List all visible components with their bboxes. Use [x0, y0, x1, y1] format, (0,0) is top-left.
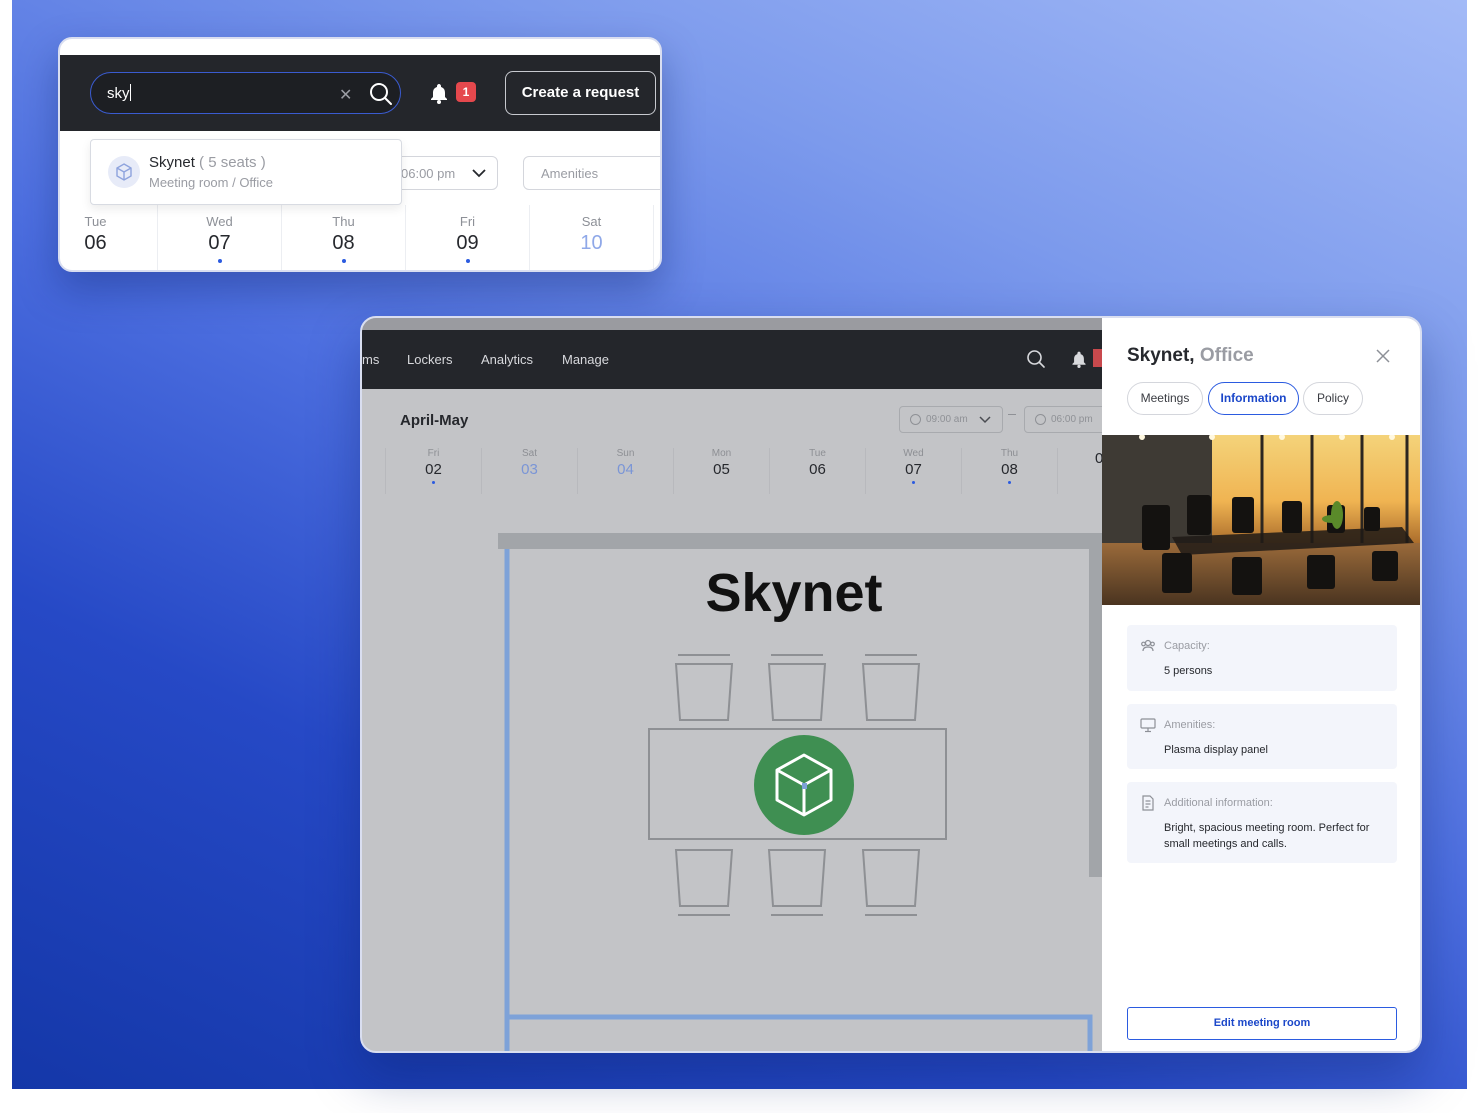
day-date: 09	[456, 232, 479, 254]
amenities-placeholder: Amenities	[541, 166, 599, 181]
suggestion-name: Skynet	[149, 154, 195, 171]
chevron-down-icon	[472, 169, 486, 178]
room-location: Office	[1199, 345, 1254, 366]
booking-dot	[217, 259, 222, 263]
chairs-bottom	[674, 849, 921, 916]
amenities-label: Amenities:	[1164, 719, 1216, 731]
search-value: sky	[107, 84, 131, 102]
day-name: Wed	[206, 214, 233, 229]
capacity-box: Capacity: 5 persons	[1127, 625, 1397, 691]
clear-icon[interactable]: ✕	[339, 85, 352, 105]
room-label: Skynet	[705, 563, 882, 623]
wall-bottom	[507, 1014, 1093, 1051]
day-cell[interactable]: Wed 07	[158, 205, 282, 270]
day-name: Fri	[459, 214, 476, 229]
room-name: Skynet,	[1127, 345, 1195, 366]
monitor-icon	[1140, 718, 1156, 733]
day-date: 06	[84, 232, 107, 254]
day-cell[interactable]: Sat 10	[530, 205, 654, 270]
capacity-label: Capacity:	[1164, 640, 1210, 652]
search-suggestion[interactable]: Skynet ( 5 seats ) Meeting room / Office	[90, 139, 402, 205]
tab-information[interactable]: Information	[1208, 382, 1299, 415]
suggestion-title: Skynet ( 5 seats )	[149, 154, 266, 171]
floor-plan: Skynet	[498, 533, 1102, 1051]
bell-icon[interactable]	[428, 82, 450, 104]
room-info-panel: Skynet, Office Meetings Information Poli…	[1102, 318, 1420, 1051]
notification-badge: 1	[456, 82, 476, 102]
tab-meetings[interactable]: Meetings	[1127, 382, 1203, 415]
people-icon	[1141, 639, 1155, 652]
amenities-value: Plasma display panel	[1164, 744, 1268, 756]
booking-dot	[341, 259, 346, 263]
additional-info-label: Additional information:	[1164, 797, 1273, 809]
search-card: sky ✕ 1 Create a request 06:00 pm Amenit…	[58, 37, 662, 272]
panel-title: Skynet, Office	[1127, 345, 1254, 367]
time-select-value: 06:00 pm	[401, 166, 456, 181]
day-name: Tue	[84, 214, 107, 229]
room-icon	[108, 156, 140, 188]
chairs-top	[674, 654, 921, 721]
create-request-button[interactable]: Create a request	[505, 71, 656, 115]
room-details-card: ms Lockers Analytics Manage April-May 09…	[360, 316, 1422, 1053]
day-cell[interactable]: Fri 09	[406, 205, 530, 270]
day-date: 10	[580, 232, 603, 254]
amenities-filter[interactable]: Amenities	[523, 156, 660, 190]
amenities-box: Amenities: Plasma display panel	[1127, 704, 1397, 769]
suggestion-seats: ( 5 seats )	[199, 154, 266, 171]
day-cell[interactable]: Tue 06	[60, 205, 158, 270]
top-bar: sky ✕ 1 Create a request	[60, 55, 660, 131]
booking-dot	[465, 259, 470, 263]
search-input[interactable]: sky ✕	[90, 72, 401, 114]
day-strip: Tue 06 Wed 07 Thu 08 Fri 09 Sat 10	[60, 205, 660, 270]
day-name: Sat	[581, 214, 602, 229]
document-icon	[1142, 795, 1154, 811]
day-date: 07	[208, 232, 231, 254]
edit-meeting-room-button[interactable]: Edit meeting room	[1127, 1007, 1397, 1040]
suggestion-subtitle: Meeting room / Office	[149, 175, 274, 190]
capacity-value: 5 persons	[1164, 665, 1213, 677]
day-date: 08	[332, 232, 355, 254]
tab-policy[interactable]: Policy	[1303, 382, 1363, 415]
day-cell[interactable]: Thu 08	[282, 205, 406, 270]
close-icon[interactable]	[1376, 349, 1390, 363]
wall-top	[498, 533, 1102, 549]
additional-info-value: Bright, spacious meeting room. Perfect f…	[1164, 822, 1370, 850]
search-icon[interactable]	[368, 81, 394, 107]
wall-right	[1089, 549, 1102, 877]
day-name: Thu	[332, 214, 355, 229]
additional-info-box: Additional information: Bright, spacious…	[1127, 782, 1397, 863]
room-photo	[1102, 435, 1420, 605]
